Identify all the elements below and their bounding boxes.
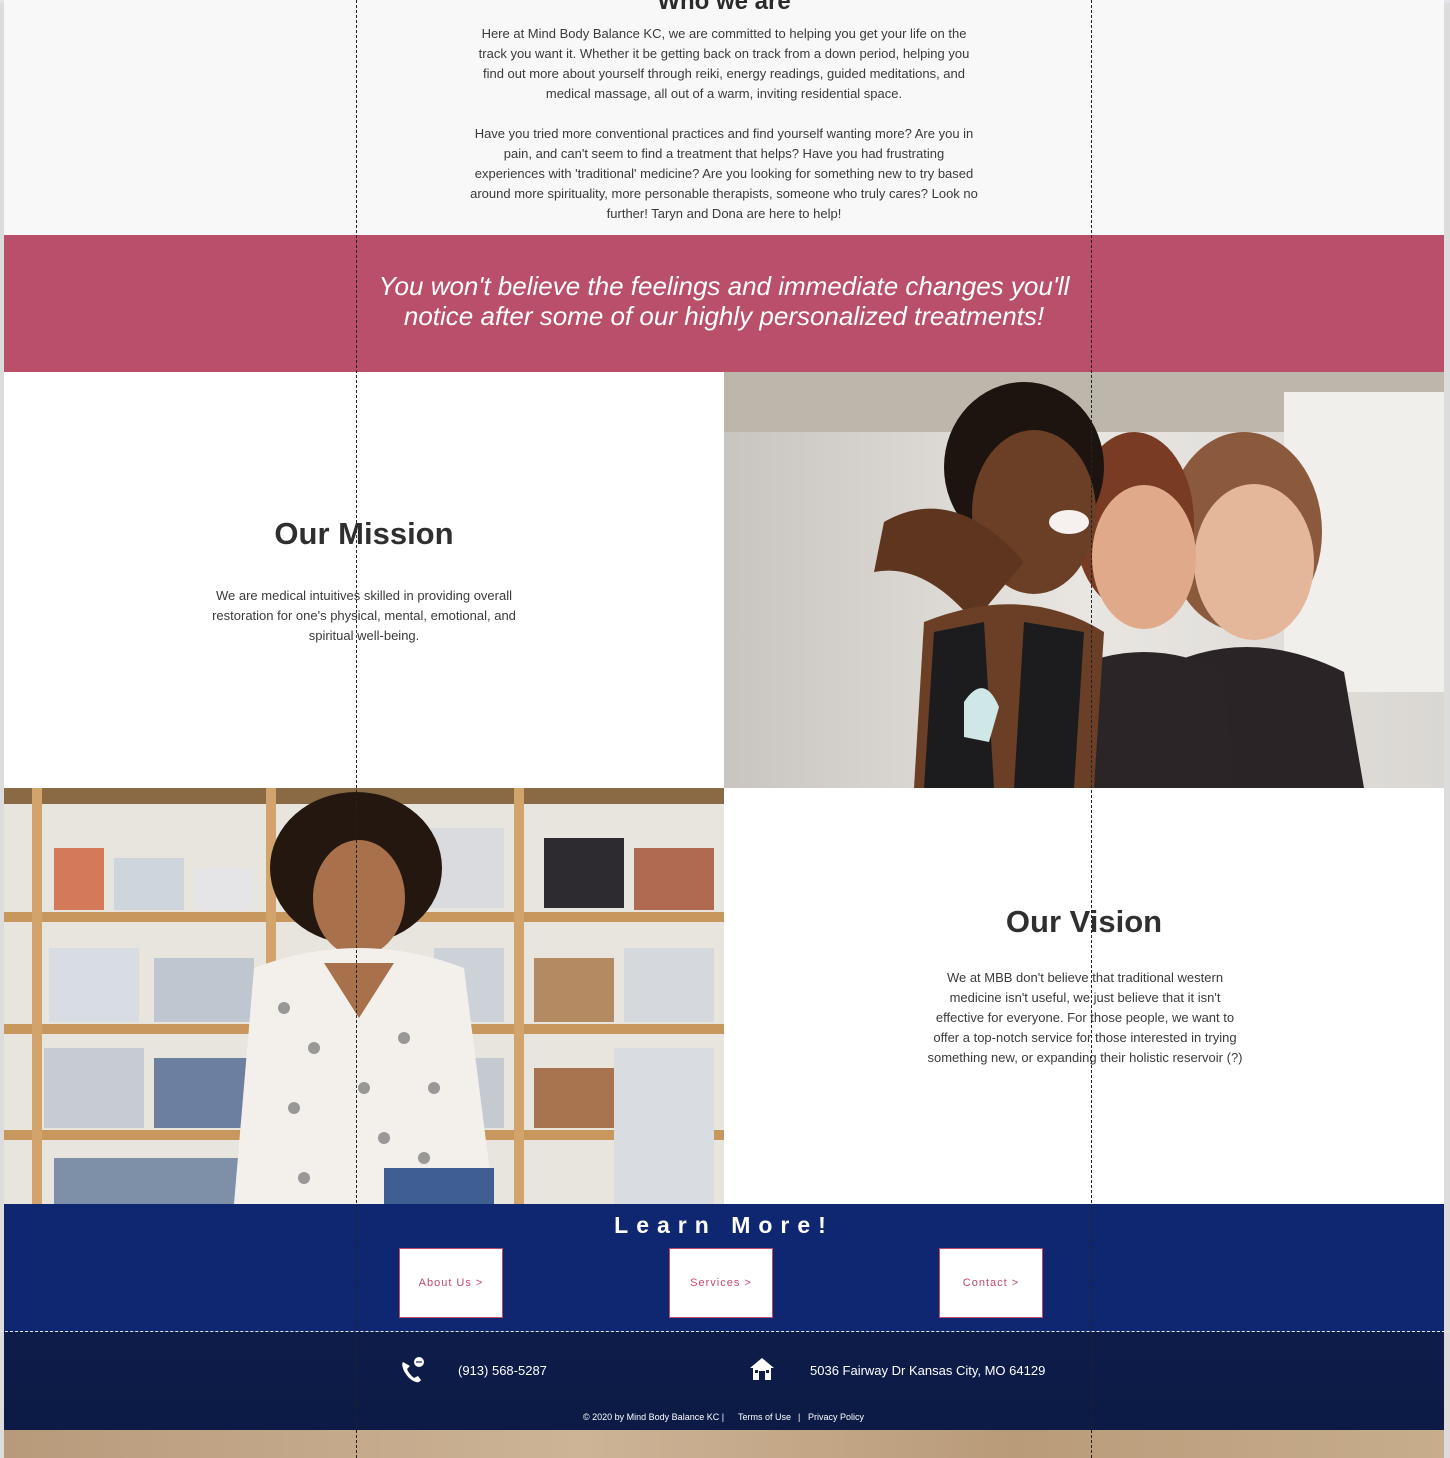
who-we-are-section: Who we are Here at Mind Body Balance KC,… bbox=[4, 0, 1444, 235]
address: 5036 Fairway Dr Kansas City, MO 64129 bbox=[810, 1363, 1046, 1378]
privacy-link[interactable]: Privacy Policy bbox=[808, 1412, 864, 1422]
phone-number[interactable]: (913) 568-5287 bbox=[458, 1363, 547, 1378]
guide-line-right bbox=[1091, 0, 1092, 1458]
banner-text: You won't believe the feelings and immed… bbox=[378, 271, 1070, 331]
vision-title: Our Vision bbox=[1005, 904, 1163, 939]
learn-more-section: Learn More! About Us > Services > Contac… bbox=[4, 1204, 1444, 1332]
contact-button[interactable]: Contact > bbox=[939, 1248, 1043, 1318]
page: Who we are Here at Mind Body Balance KC,… bbox=[4, 0, 1444, 1458]
guide-line-footer bbox=[0, 1331, 1450, 1332]
vision-section: Our Vision We at MBB don't believe that … bbox=[724, 788, 1444, 1204]
footer-separator: | bbox=[798, 1412, 801, 1422]
who-we-are-text: Here at Mind Body Balance KC, we are com… bbox=[469, 24, 979, 244]
woman-workshop-photo bbox=[4, 788, 724, 1204]
who-we-are-paragraph-1: Here at Mind Body Balance KC, we are com… bbox=[478, 26, 970, 101]
copyright: © 2020 by Mind Body Balance KC | bbox=[583, 1412, 725, 1422]
guide-line-left bbox=[356, 0, 357, 1458]
mission-text: We are medical intuitives skilled in pro… bbox=[212, 588, 516, 643]
vision-text: We at MBB don't believe that traditional… bbox=[927, 970, 1243, 1065]
mission-section: Our Mission We are medical intuitives sk… bbox=[4, 372, 724, 788]
about-us-button[interactable]: About Us > bbox=[399, 1248, 503, 1318]
learn-more-title: Learn More! bbox=[614, 1212, 834, 1238]
who-we-are-title: Who we are bbox=[657, 0, 791, 15]
phone-icon bbox=[400, 1356, 426, 1389]
testimonial-banner: You won't believe the feelings and immed… bbox=[4, 235, 1444, 372]
footer: (913) 568-5287 5036 Fairway Dr Kansas Ci… bbox=[4, 1332, 1444, 1430]
friends-selfie-photo bbox=[724, 372, 1444, 788]
background-ground-strip bbox=[4, 1430, 1444, 1458]
terms-link[interactable]: Terms of Use bbox=[738, 1412, 791, 1422]
home-icon bbox=[749, 1356, 775, 1387]
services-button[interactable]: Services > bbox=[669, 1248, 773, 1318]
mission-title: Our Mission bbox=[274, 516, 454, 551]
who-we-are-paragraph-2: Have you tried more conventional practic… bbox=[470, 126, 978, 221]
